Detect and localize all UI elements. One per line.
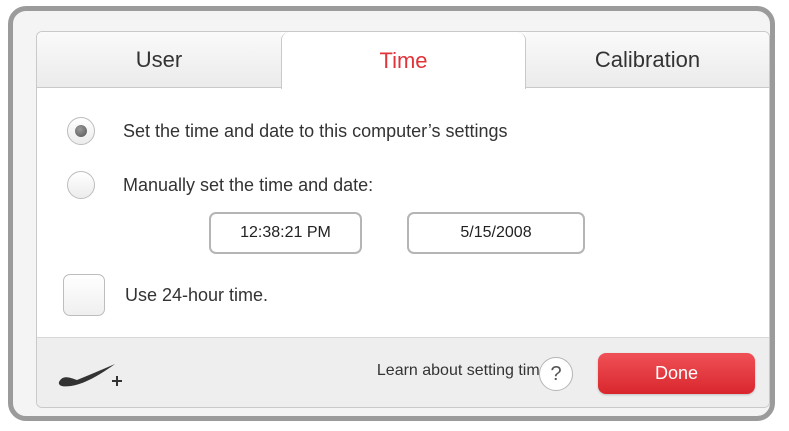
tab-calibration[interactable]: Calibration bbox=[526, 32, 769, 88]
use-24-hour-option: Use 24-hour time. bbox=[63, 274, 268, 316]
stage: User Time Calibration Set the time and d… bbox=[0, 0, 789, 431]
radio-selected-dot bbox=[75, 125, 87, 137]
manual-time-option: Manually set the time and date: bbox=[67, 171, 373, 199]
date-input[interactable]: 5/15/2008 bbox=[407, 212, 585, 254]
use-24-hour-checkbox[interactable] bbox=[63, 274, 105, 316]
computer-time-option: Set the time and date to this computer’s… bbox=[67, 117, 508, 145]
use-24-hour-label: Use 24-hour time. bbox=[125, 284, 269, 305]
learn-about-time-link[interactable]: Learn about setting time. bbox=[377, 362, 553, 380]
settings-panel: User Time Calibration Set the time and d… bbox=[36, 31, 770, 408]
computer-time-label: Set the time and date to this computer’s… bbox=[123, 120, 508, 141]
nike-plus-swoosh-icon bbox=[58, 364, 122, 387]
help-button[interactable]: ? bbox=[539, 357, 573, 391]
computer-time-radio[interactable] bbox=[67, 117, 95, 145]
tab-bar: User Time Calibration bbox=[37, 32, 769, 89]
manual-time-label: Manually set the time and date: bbox=[123, 174, 374, 195]
time-input[interactable]: 12:38:21 PM bbox=[209, 212, 362, 254]
manual-time-radio[interactable] bbox=[67, 171, 95, 199]
footer-bar: Learn about setting time. ? Done bbox=[37, 337, 769, 407]
tab-time[interactable]: Time bbox=[281, 32, 526, 89]
done-button[interactable]: Done bbox=[598, 353, 755, 394]
tab-user[interactable]: User bbox=[37, 32, 281, 88]
